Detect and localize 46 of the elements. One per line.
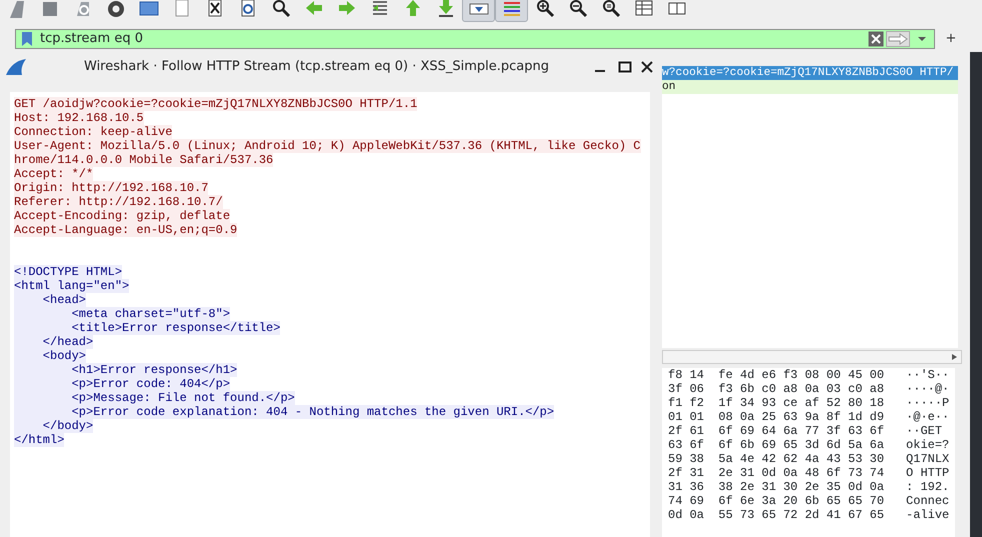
hex-ascii: ··GET xyxy=(906,424,942,438)
hex-bytes: 63 6f 6f 6b 69 65 3d 6d 5a 6a xyxy=(668,438,884,452)
hex-bytes: 01 01 08 0a 25 63 9a 8f 1d d9 xyxy=(668,410,884,424)
hex-ascii: ·····P xyxy=(906,396,950,410)
packet-row[interactable]: on xyxy=(662,80,958,94)
hex-ascii: Connec xyxy=(906,494,950,508)
packet-row[interactable]: w?cookie=?cookie=mZjQ17NLXY8ZNBbJCS0O HTTP/ xyxy=(662,66,958,80)
clear-icon[interactable] xyxy=(868,31,884,47)
hex-ascii: ··'S·· xyxy=(906,368,950,382)
zoom-out-icon xyxy=(568,0,588,18)
apply-arrow-icon[interactable] xyxy=(886,31,910,47)
colored-lines-button[interactable] xyxy=(495,0,528,22)
left-arrow-icon xyxy=(304,0,324,18)
table-icon xyxy=(634,0,654,18)
hex-ascii: okie=? xyxy=(906,438,950,452)
zoom-in-icon xyxy=(534,0,554,18)
hex-ascii: : 192. xyxy=(906,480,950,494)
hex-ascii: -alive xyxy=(906,508,950,522)
zoom-reset-icon xyxy=(600,0,620,18)
hex-bytes: 2f 31 2e 31 0d 0a 48 6f 73 74 xyxy=(668,466,884,480)
colored-lines-icon xyxy=(502,0,522,18)
hex-bytes: 0d 0a 55 73 65 72 2d 41 67 65 xyxy=(668,508,884,522)
hex-bytes: 59 38 5a 4e 42 62 4a 43 53 30 xyxy=(668,452,884,466)
hex-bytes: f8 14 fe 4d e6 f3 08 00 45 00 xyxy=(668,368,884,382)
maximize-icon[interactable] xyxy=(618,60,632,74)
hex-bytes: 3f 06 f3 6b c0 a8 0a 03 c0 a8 xyxy=(668,382,884,396)
hex-bytes: 2f 61 6f 69 64 6a 77 3f 63 6f xyxy=(668,424,884,438)
display-filter-field[interactable]: tcp.stream eq 0 xyxy=(15,29,935,49)
hex-bytes: 31 36 38 2e 31 30 2e 35 0d 0a xyxy=(668,480,884,494)
autoscroll-button[interactable] xyxy=(462,0,495,22)
close-icon[interactable] xyxy=(640,60,654,74)
hex-ascii: Q17NLX xyxy=(906,452,950,466)
search-icon xyxy=(270,0,290,18)
fin-icon xyxy=(4,57,28,77)
add-filter-button[interactable]: + xyxy=(941,29,961,49)
bookmark-icon[interactable] xyxy=(20,31,34,47)
hex-ascii: ····@· xyxy=(906,382,950,396)
filter-text: tcp.stream eq 0 xyxy=(40,30,144,48)
hex-bytes: 74 69 6f 6e 3a 20 6b 65 65 70 xyxy=(668,494,884,508)
hex-ascii: ·@·e·· xyxy=(906,410,950,424)
hex-bytes: f1 f2 1f 34 93 ce af 52 80 18 xyxy=(668,396,884,410)
window-title: Wireshark · Follow HTTP Stream (tcp.stream eq 0) · XSS_Simple.pcapng xyxy=(84,58,550,76)
window-icon xyxy=(138,0,158,18)
right-arrow-icon xyxy=(336,0,356,18)
hex-ascii: O HTTP xyxy=(906,466,950,480)
horizontal-scrollbar[interactable] xyxy=(662,350,962,364)
